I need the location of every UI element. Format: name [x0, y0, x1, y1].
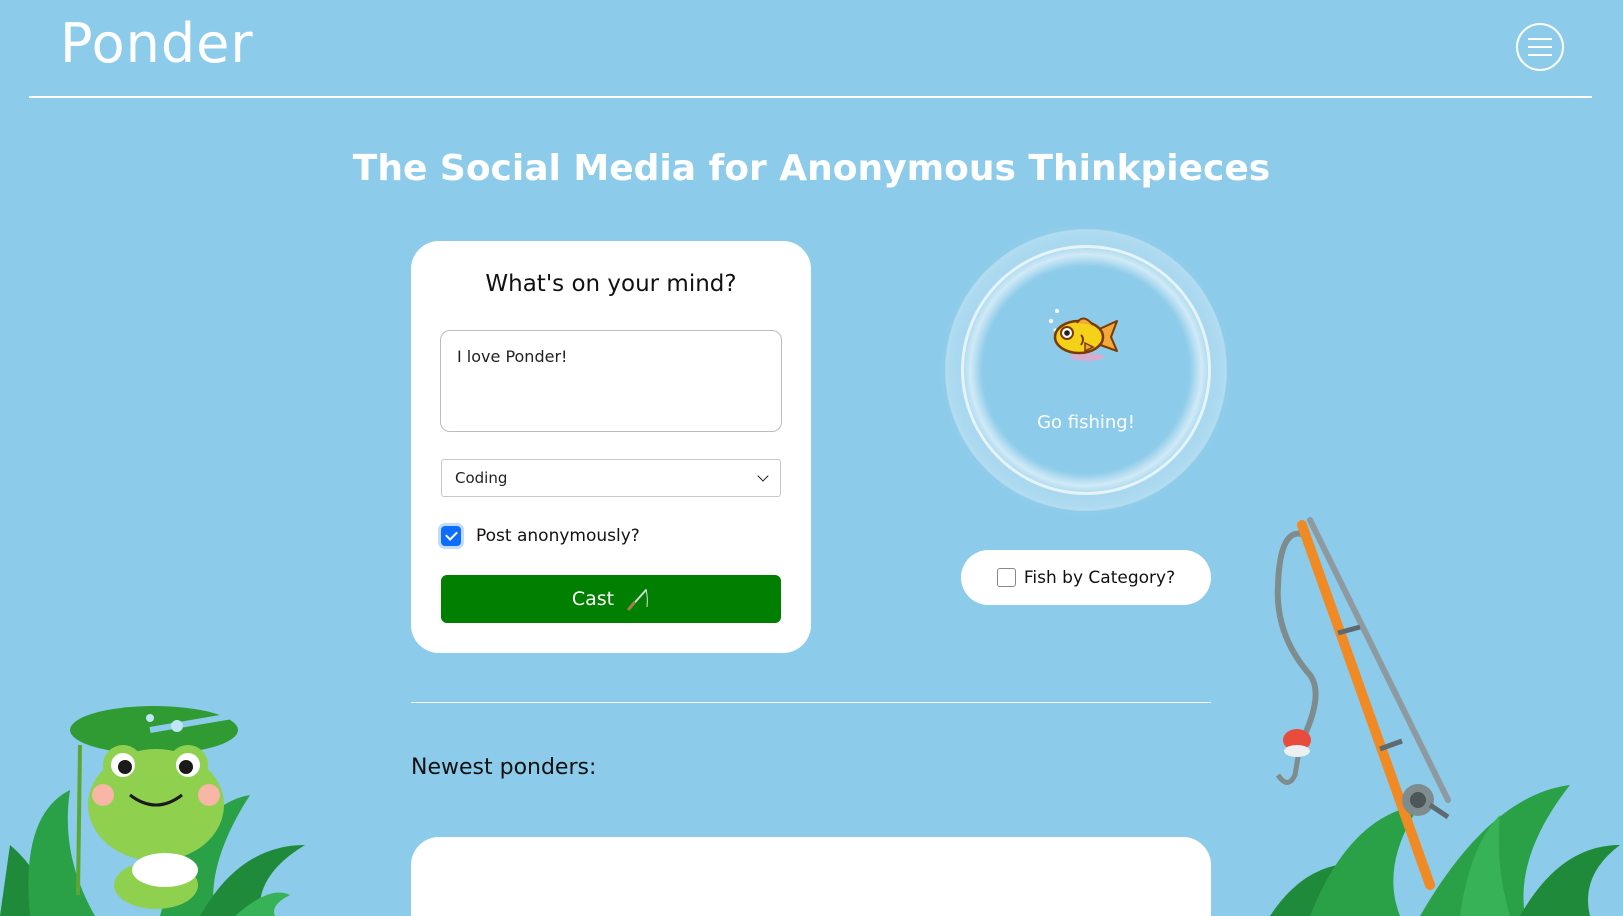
- category-select-value: Coding: [455, 469, 508, 487]
- ponder-logo[interactable]: Ponder: [60, 12, 254, 75]
- ponder-textarea[interactable]: I love Ponder!: [440, 330, 782, 432]
- go-fishing-button[interactable]: Go fishing!: [945, 229, 1227, 511]
- fish-by-category-toggle[interactable]: Fish by Category?: [961, 550, 1211, 605]
- newest-ponders-heading: Newest ponders:: [411, 755, 597, 780]
- cast-button[interactable]: Cast: [441, 575, 781, 623]
- anonymous-option[interactable]: Post anonymously?: [441, 526, 640, 546]
- fishing-rod-icon: [627, 589, 648, 611]
- ponder-feed-card: [411, 837, 1211, 916]
- fish-icon: [1048, 309, 1118, 361]
- header-divider: [29, 96, 1592, 98]
- anonymous-label: Post anonymously?: [476, 526, 640, 546]
- frog-illustration: [0, 706, 305, 916]
- composer-card: What's on your mind? I love Ponder! Codi…: [411, 241, 811, 653]
- go-fishing-label: Go fishing!: [1037, 412, 1135, 433]
- composer-title: What's on your mind?: [485, 271, 737, 297]
- cast-button-label: Cast: [571, 588, 615, 610]
- page-tagline: The Social Media for Anonymous Thinkpiec…: [352, 148, 1271, 189]
- fish-by-category-label: Fish by Category?: [1023, 567, 1176, 588]
- hamburger-menu-icon[interactable]: [1516, 23, 1564, 71]
- category-select[interactable]: Coding: [441, 459, 781, 497]
- fish-by-category-checkbox[interactable]: [996, 568, 1016, 587]
- section-divider: [411, 702, 1211, 703]
- chevron-down-icon: [757, 470, 769, 482]
- fishing-rod-illustration: [1270, 517, 1620, 916]
- anonymous-checkbox[interactable]: [441, 526, 461, 546]
